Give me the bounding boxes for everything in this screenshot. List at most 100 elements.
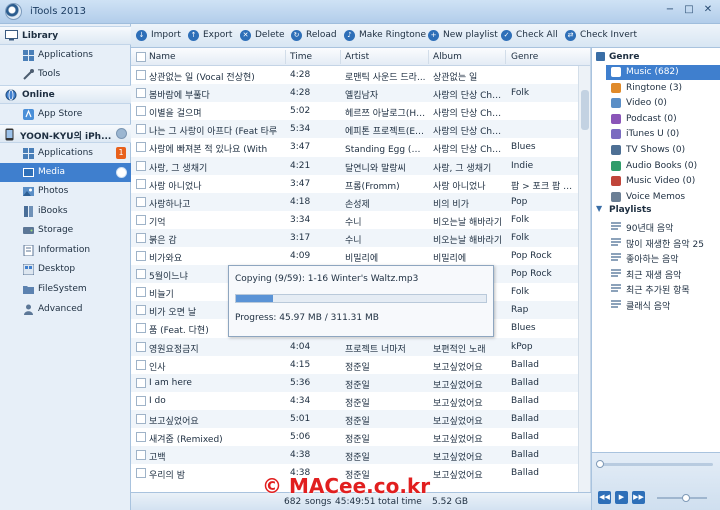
cell-album: 보고싶었어요 bbox=[433, 435, 483, 445]
row-checkbox[interactable] bbox=[136, 232, 146, 243]
genre-item-audio-books[interactable]: Audio Books (0) bbox=[606, 159, 720, 174]
genre-item-music[interactable]: Music (682) bbox=[606, 65, 720, 80]
table-row[interactable]: 비가와요 4:09 비밀리에 비밀리에 Pop Rock bbox=[131, 247, 578, 265]
column-header-name[interactable]: Name bbox=[149, 52, 176, 62]
genre-item-tv-shows[interactable]: TV Shows (0) bbox=[606, 143, 720, 158]
sidebar-item-applications[interactable]: Applications bbox=[0, 46, 131, 65]
column-header-album[interactable]: Album bbox=[433, 52, 462, 62]
volume-knob[interactable] bbox=[682, 494, 690, 502]
row-checkbox[interactable] bbox=[136, 106, 146, 117]
table-row[interactable]: 영원요정금지 4:04 프로젝트 너마저 보편적인 노래 kPop bbox=[131, 337, 578, 356]
import-icon: ↓ bbox=[136, 30, 147, 41]
sidebar-item-storage[interactable]: Storage bbox=[0, 221, 131, 240]
table-row[interactable]: 인사 4:15 정준일 보고싶었어요 Ballad bbox=[131, 356, 578, 374]
playlist-item[interactable]: 90년대 음악 bbox=[606, 219, 720, 234]
table-row[interactable]: I am here 5:36 정준일 보고싶었어요 Ballad bbox=[131, 373, 578, 392]
playlist-item[interactable]: 최근 재생 음악 bbox=[606, 266, 720, 281]
play-button[interactable]: ▶ bbox=[615, 491, 628, 504]
sidebar-section-library[interactable]: Library bbox=[0, 26, 131, 45]
seek-bar[interactable] bbox=[596, 460, 713, 468]
row-checkbox[interactable] bbox=[136, 450, 146, 461]
row-checkbox[interactable] bbox=[136, 88, 146, 99]
cell-artist: 헤르쯔 아날로그(Her... bbox=[345, 109, 427, 120]
ibooks-icon bbox=[24, 206, 33, 217]
sidebar-item-media[interactable]: Media bbox=[0, 163, 131, 182]
table-row[interactable]: 이별을 걸으며 5:02 헤르쯔 아날로그(Her... 사랑의 단상 Chap... bbox=[131, 102, 578, 120]
sidebar-item-app-store[interactable]: App Store bbox=[0, 105, 131, 124]
sidebar-item-tools[interactable]: Tools bbox=[0, 65, 131, 84]
next-button[interactable]: ▶▶ bbox=[632, 491, 645, 504]
table-row[interactable]: 기억 3:34 수니 비오는날 해바라기 Folk bbox=[131, 211, 578, 229]
row-checkbox[interactable] bbox=[136, 305, 146, 316]
row-checkbox[interactable] bbox=[136, 251, 146, 261]
table-scrollbar[interactable] bbox=[578, 66, 590, 492]
minimize-button[interactable]: − bbox=[662, 3, 678, 17]
playlists-header[interactable]: ▼ Playlists bbox=[592, 203, 720, 218]
sidebar-item-information[interactable]: Information bbox=[0, 241, 131, 260]
row-checkbox[interactable] bbox=[136, 377, 146, 388]
column-header-time[interactable]: Time bbox=[290, 52, 312, 62]
sidebar-item-photos[interactable]: Photos bbox=[0, 182, 131, 201]
volume-slider[interactable] bbox=[657, 494, 707, 502]
delete-icon: ✕ bbox=[240, 30, 251, 41]
row-checkbox[interactable] bbox=[136, 160, 146, 171]
sidebar-item-desktop[interactable]: Desktop bbox=[0, 260, 131, 279]
playlist-item[interactable]: 최근 추가된 항목 bbox=[606, 281, 720, 296]
sidebar-section-device[interactable]: YOON-KYU의 iPh... bbox=[0, 124, 131, 143]
sidebar-item-ibooks[interactable]: iBooks bbox=[0, 202, 131, 221]
row-checkbox[interactable] bbox=[136, 178, 146, 189]
genre-item-podcast[interactable]: Podcast (0) bbox=[606, 112, 720, 127]
row-checkbox[interactable] bbox=[136, 432, 146, 442]
row-checkbox[interactable] bbox=[136, 341, 146, 352]
cell-genre: Blues bbox=[511, 323, 536, 334]
maximize-button[interactable]: □ bbox=[681, 3, 697, 17]
row-checkbox[interactable] bbox=[136, 323, 146, 334]
table-row[interactable]: 사랑, 그 생채기 4:21 달연니와 말랑씨 사랑, 그 생채기 Indie bbox=[131, 156, 578, 175]
table-row[interactable]: 새겨줌 (Remixed) 5:06 정준일 보고싶었어요 Ballad bbox=[131, 428, 578, 446]
row-checkbox[interactable] bbox=[136, 395, 146, 406]
row-checkbox[interactable] bbox=[136, 468, 146, 479]
table-row[interactable]: 보고싶었어요 5:01 정준일 보고싶었어요 Ballad bbox=[131, 409, 578, 428]
column-header-artist[interactable]: Artist bbox=[345, 52, 369, 62]
table-row[interactable]: 나는 그 사랑이 아프다 (Feat 타루 5:34 에피톤 프로젝트(Epit..… bbox=[131, 120, 578, 139]
close-button[interactable]: ✕ bbox=[700, 3, 716, 17]
seek-knob[interactable] bbox=[596, 460, 604, 468]
row-checkbox[interactable] bbox=[136, 214, 146, 225]
table-row[interactable]: 사랑하나고 4:18 손성제 비의 비가 Pop bbox=[131, 192, 578, 211]
cell-name: 봄바람에 부풀다 bbox=[149, 91, 210, 102]
media-view-icon[interactable] bbox=[116, 167, 127, 178]
playlist-item[interactable]: 많이 재생한 음악 25 bbox=[606, 235, 720, 250]
device-eject-icon[interactable] bbox=[116, 128, 127, 139]
row-checkbox[interactable] bbox=[136, 359, 146, 370]
genre-item-ringtone[interactable]: Ringtone (3) bbox=[606, 81, 720, 96]
table-row[interactable]: 사랑 아니었나 3:47 프롬(Fromm) 사랑 아니었나 팝 > 포크 팝 (F..… bbox=[131, 175, 578, 193]
table-row[interactable]: 봄바람에 부풀다 4:28 옐킴남자 사랑의 단상 Chap... Folk bbox=[131, 84, 578, 103]
sidebar-item-advanced[interactable]: Advanced bbox=[0, 300, 131, 319]
playlist-item[interactable]: 클래식 음악 bbox=[606, 297, 720, 312]
row-checkbox[interactable] bbox=[136, 196, 146, 207]
scrollbar-thumb[interactable] bbox=[581, 90, 589, 130]
table-row[interactable]: 고백 4:38 정준일 보고싶었어요 Ballad bbox=[131, 446, 578, 465]
select-all-checkbox[interactable] bbox=[136, 52, 146, 62]
genre-item-video[interactable]: Video (0) bbox=[606, 96, 720, 111]
genre-header[interactable]: Genre bbox=[592, 50, 720, 65]
row-checkbox[interactable] bbox=[136, 287, 146, 298]
sidebar-item-filesystem[interactable]: FileSystem bbox=[0, 280, 131, 299]
genre-item-music-video[interactable]: Music Video (0) bbox=[606, 174, 720, 189]
previous-button[interactable]: ◀◀ bbox=[598, 491, 611, 504]
cell-genre: 팝 > 포크 팝 (F... bbox=[511, 181, 575, 192]
table-row[interactable]: 사랑에 빠져본 적 있나요 (With 3:47 Standing Egg (스탠.… bbox=[131, 138, 578, 156]
column-header-genre[interactable]: Genre bbox=[511, 52, 538, 62]
sidebar-item-device-applications[interactable]: Applications 1 bbox=[0, 144, 131, 163]
row-checkbox[interactable] bbox=[136, 269, 146, 280]
playlist-item[interactable]: 좋아하는 음악 bbox=[606, 250, 720, 265]
row-checkbox[interactable] bbox=[136, 413, 146, 424]
sidebar-section-online[interactable]: Online bbox=[0, 85, 131, 104]
row-checkbox[interactable] bbox=[136, 124, 146, 135]
row-checkbox[interactable] bbox=[136, 70, 146, 80]
row-checkbox[interactable] bbox=[136, 142, 146, 153]
table-row[interactable]: 붉은 감 3:17 수니 비오는날 해바라기 Folk bbox=[131, 228, 578, 247]
genre-item-itunes-u[interactable]: iTunes U (0) bbox=[606, 127, 720, 142]
table-row[interactable]: 상관없는 일 (Vocal 전상현) 4:28 로맨틱 사운드 드라... 상관없는 … bbox=[131, 66, 578, 84]
table-row[interactable]: I do 4:34 정준일 보고싶었어요 Ballad bbox=[131, 392, 578, 410]
